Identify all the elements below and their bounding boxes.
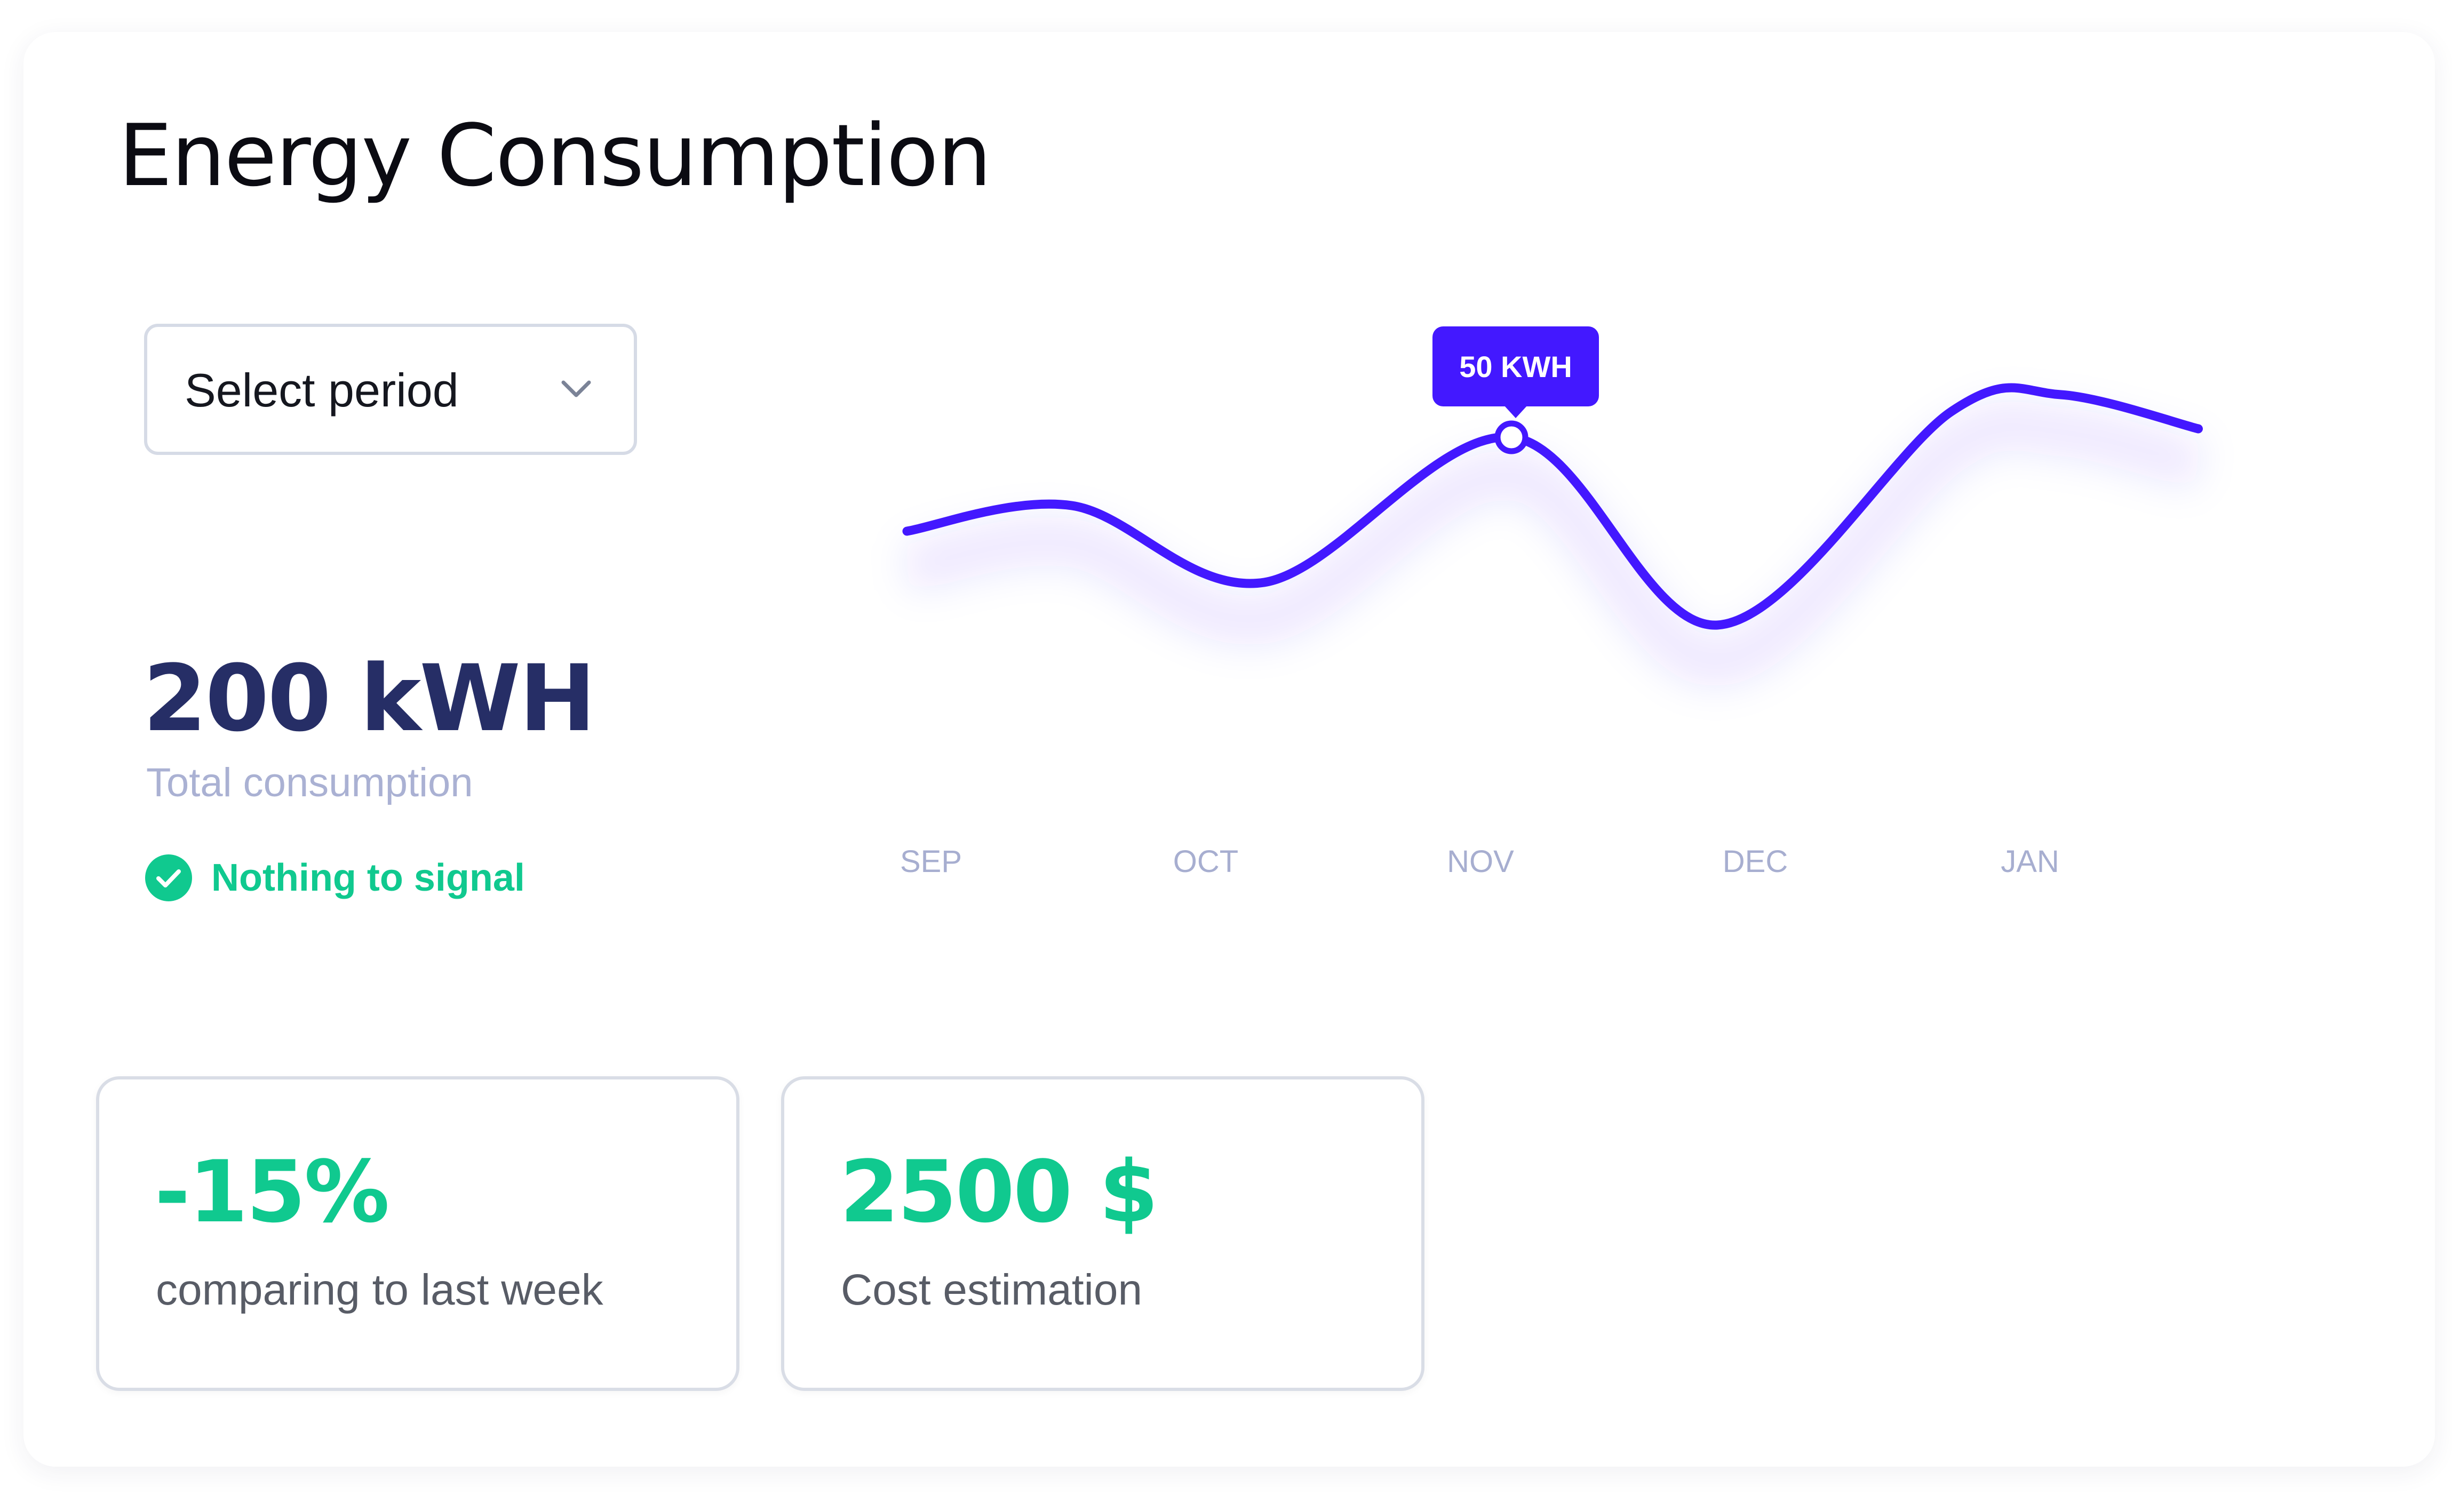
- tooltip-label: 50 KWH: [1459, 350, 1572, 383]
- tooltip-caret: [1504, 405, 1527, 418]
- total-consumption-value: 200 kWH: [143, 645, 596, 752]
- cost-estimation-card: 2500 $ Cost estimation: [781, 1076, 1424, 1391]
- x-tick-label: NOV: [1447, 844, 1514, 879]
- chart-markers: 50 KWH: [1432, 326, 1599, 454]
- status-indicator: Nothing to signal: [145, 853, 525, 902]
- consumption-line-chart: 50 KWH SEP OCT NOV DEC JAN: [900, 326, 2204, 879]
- x-tick-label: SEP: [900, 844, 962, 879]
- cost-estimation-value: 2500 $: [840, 1142, 1158, 1242]
- period-select[interactable]: Select period: [144, 324, 637, 455]
- period-select-label: Select period: [185, 364, 459, 417]
- x-tick-label: JAN: [2001, 844, 2059, 879]
- weekly-change-label: comparing to last week: [156, 1266, 603, 1314]
- weekly-change-value: -15%: [155, 1142, 389, 1242]
- weekly-change-card: -15% comparing to last week: [96, 1076, 739, 1391]
- page-title: Energy Consumption: [118, 106, 992, 205]
- x-tick-label: OCT: [1173, 844, 1238, 879]
- cost-estimation-label: Cost estimation: [841, 1266, 1143, 1314]
- page: Energy Consumption Select period 200 kWH…: [0, 0, 2452, 1512]
- status-text: Nothing to signal: [211, 857, 525, 899]
- total-consumption-label: Total consumption: [146, 760, 473, 805]
- chevron-down-icon: [561, 380, 591, 397]
- chart-x-axis: SEP OCT NOV DEC JAN: [900, 844, 2059, 879]
- check-circle-icon: [145, 854, 192, 901]
- highlight-point[interactable]: [1494, 420, 1528, 454]
- x-tick-label: DEC: [1723, 844, 1788, 879]
